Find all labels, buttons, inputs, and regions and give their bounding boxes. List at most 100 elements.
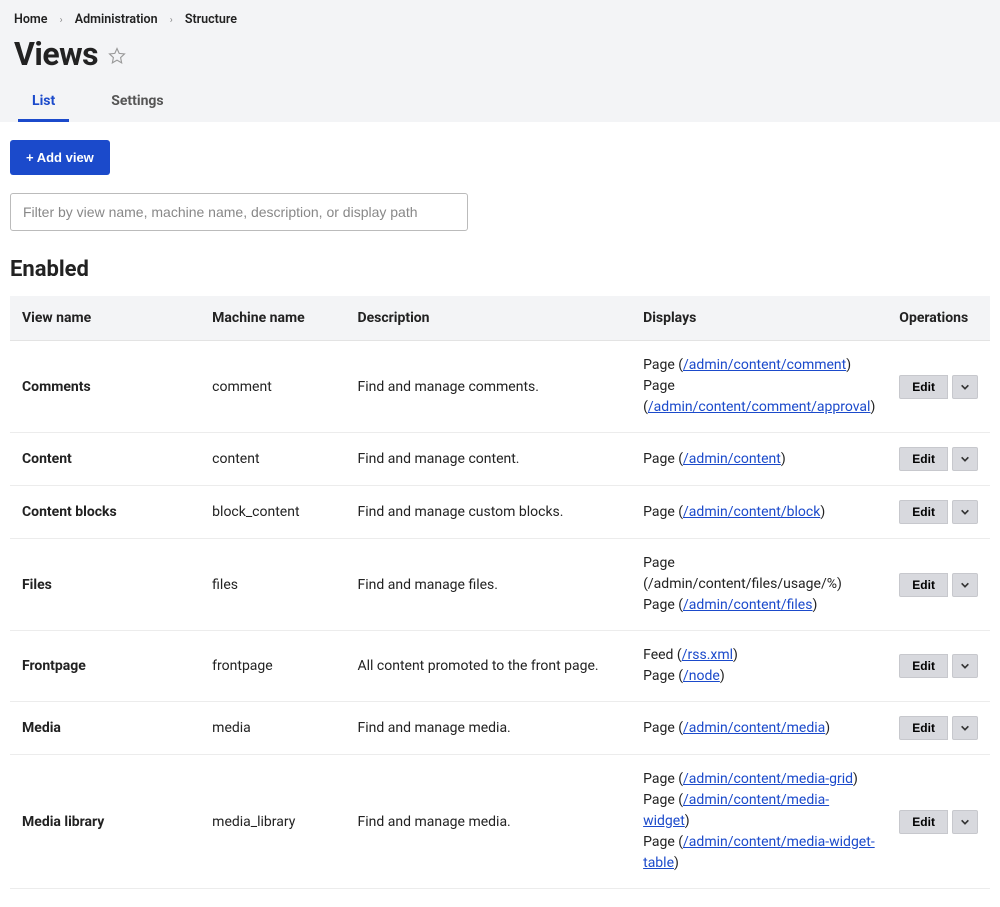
table-row: MediamediaFind and manage media.Page (/a… xyxy=(10,702,990,755)
displays-cell: Page (/admin/content/files/usage/%) Page … xyxy=(631,539,887,631)
display-link[interactable]: /admin/content/files xyxy=(683,597,812,613)
machine-name-cell: media_library xyxy=(200,755,345,889)
col-header-viewname: View name xyxy=(10,296,200,341)
breadcrumb: Home › Administration › Structure xyxy=(14,12,986,27)
breadcrumb-home[interactable]: Home xyxy=(14,12,48,27)
table-row: FilesfilesFind and manage files.Page (/a… xyxy=(10,539,990,631)
operations-dropdown-button[interactable] xyxy=(952,654,978,678)
display-line: Page (/admin/content/files) xyxy=(643,595,875,616)
display-link[interactable]: /admin/content/comment xyxy=(683,357,846,373)
display-link[interactable]: /admin/content/media-grid xyxy=(683,771,853,787)
view-name-cell: Frontpage xyxy=(10,631,200,702)
operations-cell: Edit xyxy=(887,755,990,889)
description-cell: Find and manage content. xyxy=(345,433,631,486)
display-line: Page (/admin/content/media-grid) xyxy=(643,769,875,790)
display-link[interactable]: /admin/content/media xyxy=(683,720,825,736)
display-suffix: ) xyxy=(812,597,817,613)
edit-button[interactable]: Edit xyxy=(899,810,948,834)
star-icon[interactable] xyxy=(108,47,126,65)
tab-list[interactable]: List xyxy=(18,85,69,122)
display-link[interactable]: /admin/content/block xyxy=(683,504,820,520)
description-cell: All content promoted to the front page. xyxy=(345,631,631,702)
edit-button[interactable]: Edit xyxy=(899,375,948,399)
description-cell: Find and manage comments. xyxy=(345,341,631,433)
display-line: Page (/admin/content/media) xyxy=(643,718,875,739)
display-suffix: ) xyxy=(674,855,679,871)
machine-name-cell: media xyxy=(200,702,345,755)
edit-button[interactable]: Edit xyxy=(899,500,948,524)
operations-dropdown-button[interactable] xyxy=(952,573,978,597)
operations-dropdown-button[interactable] xyxy=(952,447,978,471)
chevron-down-icon xyxy=(960,723,970,733)
chevron-down-icon xyxy=(960,661,970,671)
chevron-down-icon xyxy=(960,382,970,392)
display-line: Page (/admin/content/block) xyxy=(643,502,875,523)
chevron-down-icon xyxy=(960,817,970,827)
displays-cell: Feed (/rss.xml)Page (/node) xyxy=(631,631,887,702)
breadcrumb-structure[interactable]: Structure xyxy=(185,12,237,27)
display-suffix: ) xyxy=(720,668,725,684)
displays-cell: Page (/admin/content/media-grid)Page (/a… xyxy=(631,755,887,889)
add-view-button[interactable]: + Add view xyxy=(10,140,110,175)
col-header-description: Description xyxy=(345,296,631,341)
edit-button[interactable]: Edit xyxy=(899,447,948,471)
table-row: Media librarymedia_libraryFind and manag… xyxy=(10,755,990,889)
edit-button[interactable]: Edit xyxy=(899,654,948,678)
description-cell: Find and manage files. xyxy=(345,539,631,631)
display-line: Page (/node) xyxy=(643,666,875,687)
col-header-operations: Operations xyxy=(887,296,990,341)
operations-cell: Edit xyxy=(887,433,990,486)
edit-button[interactable]: Edit xyxy=(899,573,948,597)
edit-button[interactable]: Edit xyxy=(899,716,948,740)
display-suffix: ) xyxy=(685,813,690,829)
machine-name-cell: frontpage xyxy=(200,631,345,702)
filter-input[interactable] xyxy=(10,193,468,231)
view-name-cell: Comments xyxy=(10,341,200,433)
display-link[interactable]: /admin/content/comment/approval xyxy=(648,399,871,415)
display-suffix: ) xyxy=(820,504,825,520)
display-line: Feed (/rss.xml) xyxy=(643,645,875,666)
display-prefix: Page ( xyxy=(643,668,683,684)
description-cell: Find and manage custom blocks. xyxy=(345,486,631,539)
col-header-machinename: Machine name xyxy=(200,296,345,341)
display-prefix: Page ( xyxy=(643,357,683,373)
display-suffix: ) xyxy=(853,771,858,787)
display-suffix: ) xyxy=(825,720,830,736)
display-link[interactable]: /admin/content xyxy=(683,451,781,467)
tabs: List Settings xyxy=(14,85,986,122)
display-line: Page (/admin/content/media-widget) xyxy=(643,790,875,832)
display-prefix: Page (/admin/content/files/usage/%) xyxy=(643,555,842,592)
view-name-cell: Media xyxy=(10,702,200,755)
display-prefix: Page ( xyxy=(643,771,683,787)
operations-cell: Edit xyxy=(887,702,990,755)
operations-cell: Edit xyxy=(887,539,990,631)
operations-dropdown-button[interactable] xyxy=(952,810,978,834)
operations-dropdown-button[interactable] xyxy=(952,375,978,399)
display-link[interactable]: /node xyxy=(683,668,720,684)
display-prefix: Feed ( xyxy=(643,647,682,663)
display-prefix: Page ( xyxy=(643,504,683,520)
section-heading-enabled: Enabled xyxy=(10,257,990,282)
tab-settings[interactable]: Settings xyxy=(97,85,177,122)
displays-cell: Page (/admin/content/comment)Page (/admi… xyxy=(631,341,887,433)
displays-cell: Page (/admin/content/media) xyxy=(631,702,887,755)
display-suffix: ) xyxy=(781,451,786,467)
display-suffix: ) xyxy=(733,647,738,663)
chevron-down-icon xyxy=(960,454,970,464)
display-line: Page (/admin/content/comment/approval) xyxy=(643,376,875,418)
machine-name-cell: block_content xyxy=(200,486,345,539)
chevron-down-icon xyxy=(960,507,970,517)
table-row: FrontpagefrontpageAll content promoted t… xyxy=(10,631,990,702)
display-prefix: Page ( xyxy=(643,597,683,613)
display-prefix: Page ( xyxy=(643,834,683,850)
views-table: View name Machine name Description Displ… xyxy=(10,296,990,889)
description-cell: Find and manage media. xyxy=(345,755,631,889)
breadcrumb-sep: › xyxy=(170,15,173,26)
display-link[interactable]: /rss.xml xyxy=(682,647,733,663)
breadcrumb-admin[interactable]: Administration xyxy=(75,12,158,27)
display-prefix: Page ( xyxy=(643,792,683,808)
operations-dropdown-button[interactable] xyxy=(952,500,978,524)
view-name-cell: Files xyxy=(10,539,200,631)
view-name-cell: Content blocks xyxy=(10,486,200,539)
operations-dropdown-button[interactable] xyxy=(952,716,978,740)
